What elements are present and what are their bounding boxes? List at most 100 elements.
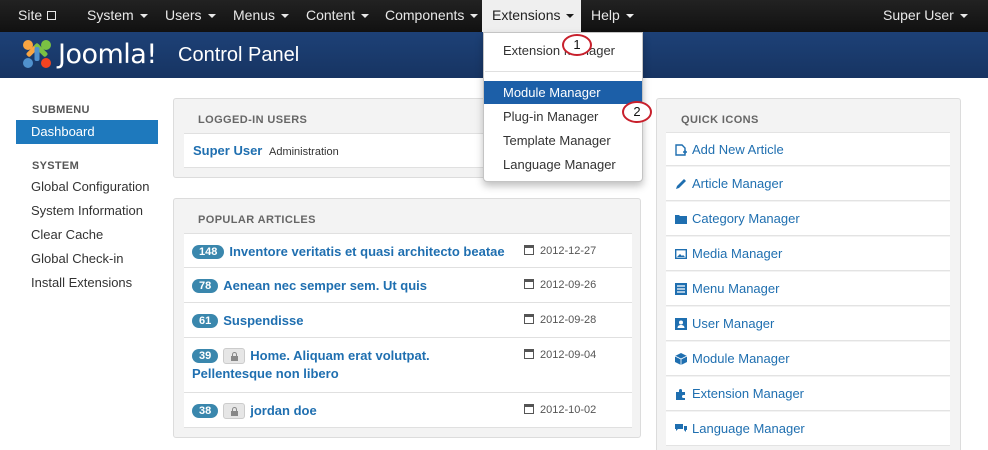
sidebar-item-global-configuration[interactable]: Global Configuration xyxy=(16,178,158,196)
quick-icon-extension-manager[interactable]: Extension Manager xyxy=(666,377,950,411)
page-title: Control Panel xyxy=(178,44,300,66)
dropdown-item-module-manager[interactable]: Module Manager xyxy=(484,81,642,104)
caret-down-icon xyxy=(959,14,968,19)
external-link-icon xyxy=(47,11,57,20)
user-menu-label: Super User xyxy=(883,7,954,23)
quick-icon-user-manager[interactable]: User Manager xyxy=(666,307,950,341)
list-icon xyxy=(675,283,687,295)
dropdown-item-template-manager[interactable]: Template Manager xyxy=(484,129,642,152)
menu-content[interactable]: Content xyxy=(306,0,370,32)
sidebar-item-clear-cache[interactable]: Clear Cache xyxy=(16,226,158,244)
cube-icon xyxy=(675,353,687,365)
quick-icon-label: Menu Manager xyxy=(692,281,780,296)
caret-down-icon xyxy=(139,14,148,19)
dropdown-divider xyxy=(485,71,641,72)
article-date-text: 2012-10-02 xyxy=(540,404,597,416)
hits-badge: 148 xyxy=(192,244,225,259)
sidebar-item-system-information[interactable]: System Information xyxy=(16,202,158,220)
user-icon xyxy=(675,318,687,330)
article-link-line2[interactable]: Pellentesque non libero xyxy=(192,366,339,381)
menu-menus-label: Menus xyxy=(233,7,276,23)
article-date: 2012-09-04 xyxy=(524,349,596,361)
hits-badge: 38 xyxy=(192,403,219,418)
article-link[interactable]: Inventore veritatis et quasi architecto … xyxy=(229,244,504,259)
site-label: Site xyxy=(18,7,43,23)
caret-down-icon xyxy=(361,14,370,19)
quick-icons-heading: QUICK ICONS xyxy=(681,114,759,126)
dropdown-item-language-manager[interactable]: Language Manager xyxy=(484,153,642,176)
quick-icon-label: Language Manager xyxy=(692,421,805,436)
extensions-dropdown-menu: Extension Manager Module Manager Plug-in… xyxy=(483,32,643,182)
joomla-logo-icon xyxy=(23,40,51,68)
article-date: 2012-09-28 xyxy=(524,314,596,326)
user-menu[interactable]: Super User xyxy=(883,0,968,32)
logged-in-user-link[interactable]: Super User xyxy=(193,143,262,158)
sidebar-item-label: Install Extensions xyxy=(31,275,133,290)
logged-in-user-role: Administration xyxy=(269,146,339,158)
article-link[interactable]: Home. Aliquam erat volutpat. xyxy=(250,348,429,363)
article-date-text: 2012-09-26 xyxy=(540,279,597,291)
caret-down-icon xyxy=(207,14,216,19)
article-date: 2012-10-02 xyxy=(524,404,596,416)
quick-icon-menu-manager[interactable]: Menu Manager xyxy=(666,272,950,306)
quick-icon-label: Extension Manager xyxy=(692,386,805,401)
submenu-heading: SUBMENU xyxy=(32,104,90,116)
sidebar-item-dashboard[interactable]: Dashboard xyxy=(16,120,158,144)
quick-icon-label: Category Manager xyxy=(692,211,800,226)
quick-icon-label: Article Manager xyxy=(692,176,784,191)
article-link[interactable]: Suspendisse xyxy=(223,313,303,328)
menu-users[interactable]: Users xyxy=(165,0,216,32)
menu-components-label: Components xyxy=(385,7,465,23)
article-date: 2012-09-26 xyxy=(524,279,596,291)
callout-1: 1 xyxy=(562,34,592,56)
article-date-text: 2012-09-04 xyxy=(540,349,597,361)
quick-icon-module-manager[interactable]: Module Manager xyxy=(666,342,950,376)
sidebar-item-label: Global Configuration xyxy=(31,179,150,194)
comments-icon xyxy=(675,424,687,432)
sidebar-item-label: Clear Cache xyxy=(31,227,104,242)
system-heading: SYSTEM xyxy=(32,160,80,172)
sidebar: SUBMENU Dashboard SYSTEM Global Configur… xyxy=(16,96,158,292)
calendar-icon xyxy=(524,279,534,289)
quick-icon-media-manager[interactable]: Media Manager xyxy=(666,237,950,271)
popular-articles-heading: POPULAR ARTICLES xyxy=(198,214,316,226)
image-icon xyxy=(675,249,687,260)
hits-badge: 61 xyxy=(192,313,219,328)
dropdown-item-plugin-manager[interactable]: Plug-in Manager xyxy=(484,105,642,128)
article-date: 2012-12-27 xyxy=(524,245,596,257)
menu-system-label: System xyxy=(87,7,134,23)
quick-icon-article-manager[interactable]: Article Manager xyxy=(666,167,950,201)
calendar-icon xyxy=(524,314,534,324)
site-menu[interactable]: Site xyxy=(18,0,57,32)
lock-icon xyxy=(223,347,246,364)
menu-extensions-label: Extensions xyxy=(492,7,561,23)
quick-icon-label: Add New Article xyxy=(692,142,784,157)
logo-text: Joomla! xyxy=(58,38,157,70)
article-link[interactable]: Aenean nec semper sem. Ut quis xyxy=(223,278,427,293)
joomla-logo[interactable]: Joomla! xyxy=(20,37,157,71)
menu-help[interactable]: Help xyxy=(591,0,634,32)
sidebar-item-install-extensions[interactable]: Install Extensions xyxy=(16,274,158,292)
popular-articles-panel: POPULAR ARTICLES 148 Inventore veritatis … xyxy=(173,198,641,438)
quick-icon-language-manager[interactable]: Language Manager xyxy=(666,412,950,446)
quick-icon-label: Media Manager xyxy=(692,246,783,261)
article-date-text: 2012-09-28 xyxy=(540,314,597,326)
folder-icon xyxy=(675,215,687,224)
menu-menus[interactable]: Menus xyxy=(233,0,290,32)
caret-down-icon xyxy=(281,14,290,19)
sidebar-item-label: System Information xyxy=(31,203,143,218)
puzzle-icon xyxy=(676,389,685,400)
quick-icon-add-new-article[interactable]: Add New Article xyxy=(666,132,950,166)
hits-badge: 39 xyxy=(192,348,219,363)
menu-extensions[interactable]: Extensions xyxy=(482,0,581,32)
menu-content-label: Content xyxy=(306,7,356,23)
article-link[interactable]: jordan doe xyxy=(250,403,316,418)
menu-components[interactable]: Components xyxy=(385,0,479,32)
quick-icon-label: User Manager xyxy=(692,316,775,331)
quick-icon-category-manager[interactable]: Category Manager xyxy=(666,202,950,236)
article-row: 61 Suspendisse 2012-09-28 xyxy=(184,303,632,338)
sidebar-item-global-check-in[interactable]: Global Check-in xyxy=(16,250,158,268)
menu-system[interactable]: System xyxy=(87,0,148,32)
menu-help-label: Help xyxy=(591,7,620,23)
article-row: 78 Aenean nec semper sem. Ut quis 2012-09… xyxy=(184,268,632,303)
